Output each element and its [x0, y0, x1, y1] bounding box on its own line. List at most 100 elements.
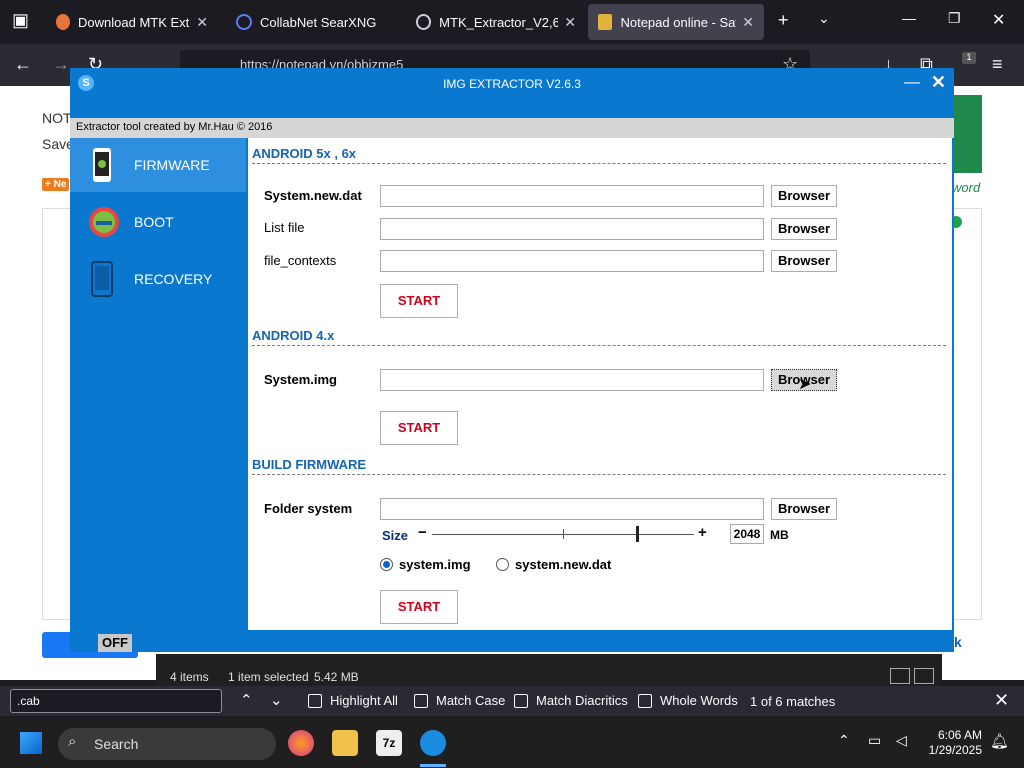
forward-icon[interactable]: → — [52, 54, 70, 75]
maximize-icon[interactable]: ❐ — [948, 10, 961, 27]
start-android4-button[interactable]: START — [380, 411, 458, 445]
app-logo-icon: S — [78, 75, 94, 91]
search-icon — [236, 14, 252, 30]
start-build-button[interactable]: START — [380, 590, 458, 624]
browse-system-new-dat-button[interactable]: Browser — [771, 185, 837, 207]
browse-folder-system-button[interactable]: Browser — [771, 498, 837, 520]
taskbar-search[interactable]: ⌕ Search — [58, 728, 276, 760]
mouse-cursor-icon: ➤ — [798, 376, 812, 393]
section-android-5x-6x: ANDROID 5x , 6x — [252, 146, 946, 164]
browse-file-contexts-button[interactable]: Browser — [771, 250, 837, 272]
minimize-icon[interactable]: — — [902, 10, 916, 26]
find-next-icon[interactable]: ⌄ — [270, 691, 283, 709]
windows-start-icon[interactable] — [20, 732, 42, 754]
size-value-field[interactable]: 2048 — [730, 524, 764, 544]
flame-icon — [56, 14, 71, 30]
new-tab-icon[interactable]: + — [778, 10, 789, 31]
android-boot-icon — [88, 204, 119, 240]
app-title: IMG EXTRACTOR V2.6.3 — [443, 77, 581, 91]
extensions-badge: 1 — [962, 52, 976, 64]
network-icon[interactable]: ▭ — [868, 732, 881, 749]
size-unit: MB — [770, 528, 789, 542]
active-app-indicator — [420, 764, 446, 767]
selected-size: 5.42 MB — [314, 670, 359, 684]
size-decrease-icon[interactable]: − — [418, 524, 427, 541]
browse-list-file-button[interactable]: Browser — [771, 218, 837, 240]
page-link-k[interactable]: k — [954, 634, 962, 650]
app-sidebar: FIRMWARE BOOT RECOVERY — [70, 138, 246, 630]
menu-icon[interactable]: ≡ — [992, 54, 1003, 75]
section-build-firmware: BUILD FIRMWARE — [252, 457, 946, 475]
large-icons-view-icon[interactable] — [914, 668, 934, 684]
phone-outline-icon — [88, 261, 116, 297]
7zip-icon[interactable]: 7z — [376, 730, 402, 756]
selected-count: 1 item selected — [228, 670, 309, 684]
start-android56-button[interactable]: START — [380, 284, 458, 318]
size-slider-thumb[interactable] — [636, 526, 639, 542]
close-tab-icon[interactable]: ✕ — [196, 14, 208, 31]
globe-icon — [416, 14, 432, 30]
back-icon[interactable]: ← — [14, 54, 32, 75]
close-window-icon[interactable]: ✕ — [992, 10, 1005, 30]
label-list-file: List file — [264, 220, 305, 235]
taskbar: ⌕ Search 7z ⌃ ▭ ◁ 6:06 AM 1/29/2025 🔔︎ — [0, 718, 1024, 768]
sidebar-item-recovery[interactable]: RECOVERY — [70, 252, 246, 306]
label-folder-system: Folder system — [264, 501, 353, 516]
system-clock[interactable]: 6:06 AM 1/29/2025 — [929, 728, 982, 758]
radio-system-img-label: system.img — [399, 557, 471, 572]
section-android-4x: ANDROID 4.x — [252, 328, 946, 346]
volume-muted-icon[interactable]: ◁ — [896, 732, 907, 749]
tab-download-mtk[interactable]: Download MTK Extracto ✕ — [46, 4, 218, 40]
browser-tab-bar: ▣ Download MTK Extracto ✕ CollabNet Sear… — [0, 0, 1024, 44]
app-bottom-strip — [70, 630, 954, 652]
page-text-not: NOT — [42, 110, 72, 126]
tab-searxng[interactable]: CollabNet SearXNG — [226, 4, 406, 40]
file-explorer-icon[interactable] — [332, 730, 358, 756]
details-view-icon[interactable] — [890, 668, 910, 684]
radio-system-new-dat[interactable] — [496, 558, 509, 571]
whole-words-checkbox[interactable]: Whole Words — [638, 693, 738, 708]
label-file-contexts: file_contexts — [264, 253, 337, 268]
list-file-field[interactable] — [380, 218, 764, 240]
app-close-icon[interactable]: ✕ — [931, 72, 946, 93]
page-text-word: word — [952, 180, 981, 195]
find-previous-icon[interactable]: ⌃ — [240, 691, 253, 709]
find-input[interactable]: .cab — [10, 689, 222, 713]
notepad-icon — [598, 14, 613, 30]
tab-mtk-zip[interactable]: MTK_Extractor_V2,6,3.zi ✕ — [406, 4, 586, 40]
sidebar-item-firmware[interactable]: FIRMWARE — [70, 138, 246, 192]
android-phone-icon — [88, 147, 116, 183]
app-minimize-icon[interactable]: — — [904, 74, 920, 92]
app-content: ANDROID 5x , 6x System.new.dat Browser L… — [248, 138, 952, 630]
close-tab-icon[interactable]: ✕ — [564, 14, 576, 31]
app-title-bar[interactable]: IMG EXTRACTOR V2.6.3 — [70, 68, 954, 114]
tab-list-icon[interactable]: ⌄ — [818, 10, 830, 27]
tab-overview-icon[interactable]: ▣ — [12, 10, 29, 31]
img-extractor-taskbar-icon[interactable] — [420, 730, 446, 756]
size-slider-tick — [563, 529, 564, 539]
radio-system-new-dat-label: system.new.dat — [515, 557, 612, 572]
match-count: 1 of 6 matches — [750, 694, 836, 709]
match-case-checkbox[interactable]: Match Case — [414, 693, 505, 708]
new-badge: + Ne — [42, 178, 70, 191]
tray-chevron-icon[interactable]: ⌃ — [838, 732, 850, 749]
off-toggle[interactable]: OFF — [98, 634, 132, 652]
close-tab-icon[interactable]: ✕ — [742, 14, 754, 31]
system-new-dat-field[interactable] — [380, 185, 764, 207]
highlight-all-checkbox[interactable]: Highlight All — [308, 693, 398, 708]
system-img-field[interactable] — [380, 369, 764, 391]
size-increase-icon[interactable]: + — [698, 524, 707, 541]
file-contexts-field[interactable] — [380, 250, 764, 272]
folder-system-field[interactable] — [380, 498, 764, 520]
tab-notepad[interactable]: Notepad online - Save ✕ — [588, 4, 764, 40]
sidebar-item-boot[interactable]: BOOT — [70, 195, 246, 249]
search-icon: ⌕ — [68, 733, 77, 750]
notification-bell-icon[interactable]: 🔔︎ — [990, 732, 1009, 750]
sevenzip-status-bar: 4 items 1 item selected 5.42 MB — [156, 654, 942, 688]
match-diacritics-checkbox[interactable]: Match Diacritics — [514, 693, 628, 708]
firefox-icon[interactable] — [288, 730, 314, 756]
radio-system-img[interactable] — [380, 558, 393, 571]
size-label: Size — [382, 528, 409, 543]
find-bar: .cab ⌃ ⌄ Highlight All Match Case Match … — [0, 686, 1024, 716]
close-find-icon[interactable]: ✕ — [994, 690, 1009, 711]
